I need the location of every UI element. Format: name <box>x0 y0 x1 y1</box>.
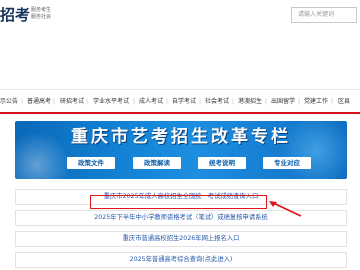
art-exam-reform-banner[interactable]: 重庆市艺考招生改革专栏 政策文件 政策解读 统考说明 专业对应 <box>15 121 347 179</box>
banner-title: 重庆市艺考招生改革专栏 <box>71 127 291 147</box>
policy-interpretation-button[interactable]: 政策解读 <box>133 157 181 169</box>
site-slogan: 服务考生 服务社会 <box>31 7 51 21</box>
link-gaokao-query[interactable]: 2025年普通高考综合查询(点此进入) <box>15 252 347 268</box>
annotation-arrow-icon <box>269 201 302 217</box>
nav-item-districts[interactable]: 区县 <box>338 90 350 113</box>
nav-separator: | <box>199 98 202 105</box>
nav-item-announcements[interactable]: 示公告 <box>0 90 18 113</box>
nav-separator: | <box>133 98 136 105</box>
nav-item-gaokao[interactable]: 普通高考 <box>27 90 51 113</box>
exam-instructions-button[interactable]: 统考说明 <box>198 157 246 169</box>
slogan-line-2: 服务社会 <box>31 14 52 20</box>
nav-separator: | <box>21 98 24 105</box>
annotation-highlight-box <box>90 195 267 209</box>
nav-separator: | <box>331 98 334 105</box>
site-logo[interactable]: 招考 <box>0 6 32 24</box>
nav-separator: | <box>86 98 89 105</box>
nav-item-postgrad[interactable]: 研招考试 <box>60 90 84 113</box>
link-gaokao-registration[interactable]: 重庆市普通高校招生2026年网上报名入口 <box>15 231 347 247</box>
nav-item-adult-exam[interactable]: 成人考试 <box>139 90 163 113</box>
nav-separator: | <box>53 98 56 105</box>
policy-documents-button[interactable]: 政策文件 <box>67 157 115 169</box>
nav-item-hk-macau[interactable]: 港澳招生 <box>238 90 262 113</box>
site-header: 招考 服务考生 服务社会 请输入关键词 <box>0 0 360 32</box>
nav-item-proficiency[interactable]: 学业水平考试 <box>93 90 129 113</box>
nav-separator: | <box>232 98 235 105</box>
search-input[interactable]: 请输入关键词 <box>291 7 357 23</box>
nav-item-study-abroad[interactable]: 出国留学 <box>271 90 295 113</box>
nav-separator: | <box>298 98 301 105</box>
major-mapping-button[interactable]: 专业对应 <box>263 157 311 169</box>
nav-separator: | <box>265 98 268 105</box>
nav-item-self-study[interactable]: 自学考试 <box>172 90 196 113</box>
nav-item-party-work[interactable]: 党建工作 <box>304 90 328 113</box>
nav-item-social-exam[interactable]: 社会考试 <box>205 90 229 113</box>
main-nav: 示公告 | 普通高考 | 研招考试 | 学业水平考试 | 成人考试 | 自学考试… <box>0 89 360 114</box>
slogan-line-1: 服务考生 <box>31 7 52 13</box>
nav-separator: | <box>166 98 169 105</box>
